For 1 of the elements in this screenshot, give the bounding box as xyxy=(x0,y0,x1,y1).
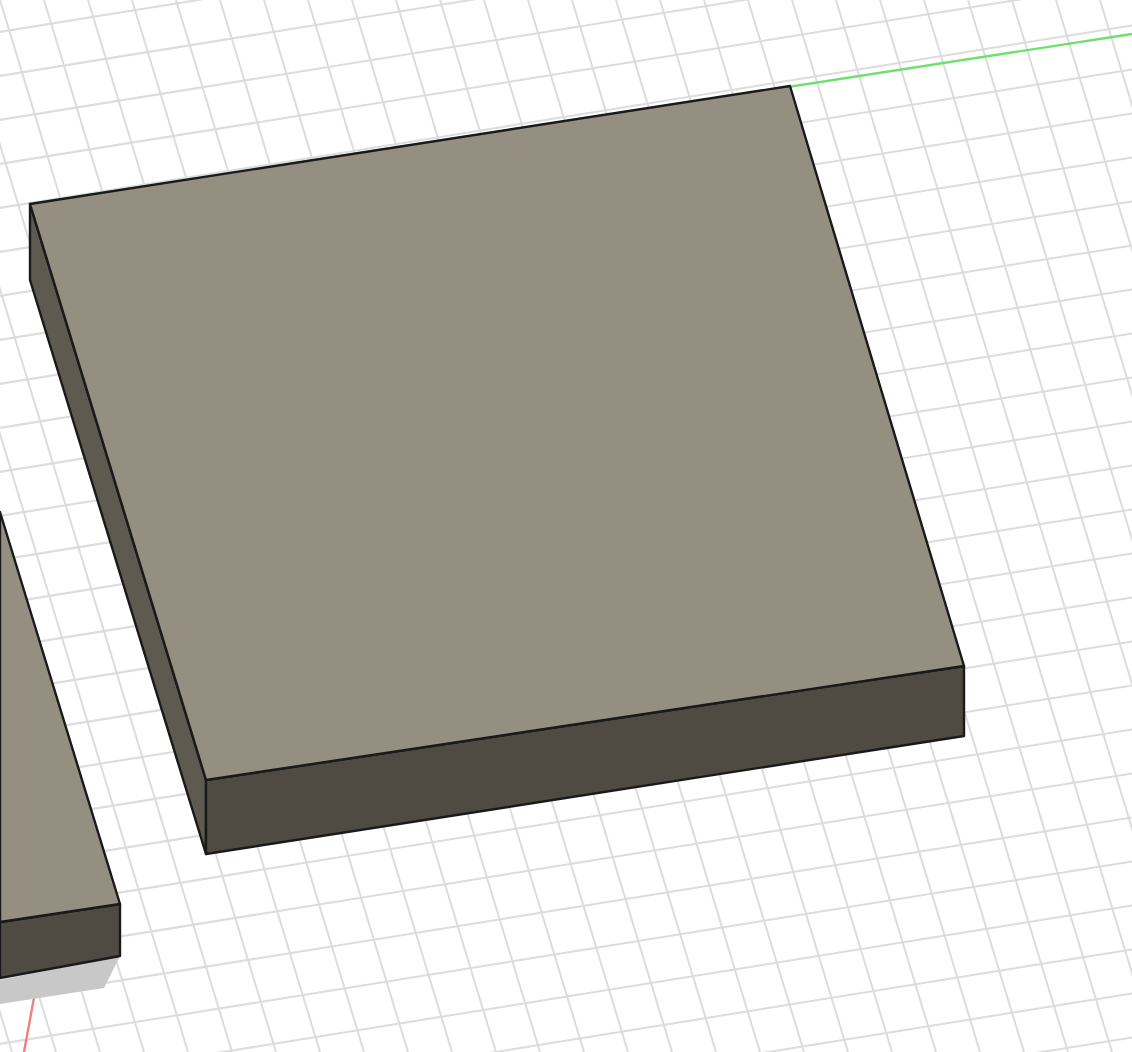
shadow-drawing xyxy=(0,956,120,1004)
